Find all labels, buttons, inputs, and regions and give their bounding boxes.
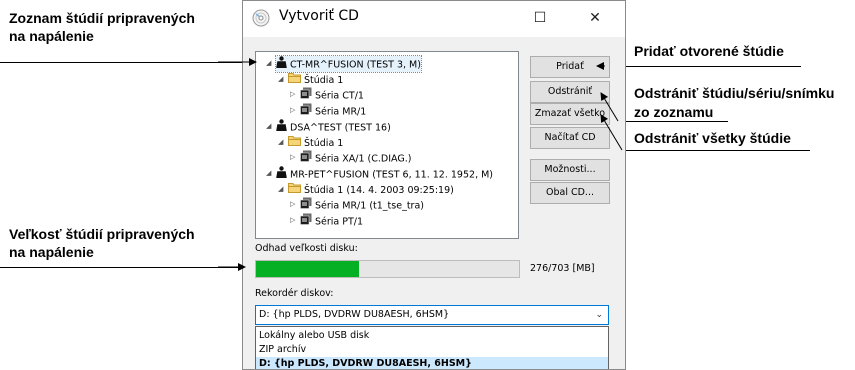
- chevron-down-icon[interactable]: ⌄: [595, 306, 603, 324]
- create-cd-dialog: Vytvoriť CD ☐ ✕ ◢ CT-MR^FUSION (TEST 3, M…: [242, 0, 626, 370]
- tree-node-label: Séria MR/1: [315, 106, 367, 118]
- recorder-dropdown-list: Lokálny alebo USB disk ZIP archív D: {hp P…: [255, 326, 609, 369]
- options-button[interactable]: Možnosti...: [530, 159, 610, 181]
- series-icon: [300, 213, 312, 231]
- expand-arrow-icon[interactable]: ◢: [266, 169, 271, 177]
- annotation-remove-line1: Odstrániť štúdiu/sériu/snímku: [634, 85, 835, 101]
- tree-node-label: Séria PT/1: [315, 216, 364, 228]
- tree-node[interactable]: MR-PET^FUSION (TEST 6, 11. 12. 1952, M): [276, 166, 493, 182]
- tree-node[interactable]: Séria MR/1: [300, 103, 366, 119]
- recorder-label: Rekordér diskov:: [255, 288, 334, 299]
- disk-size-progress: [255, 260, 520, 278]
- disk-size-progress-fill: [256, 261, 360, 277]
- collapse-arrow-icon[interactable]: ▷: [290, 106, 295, 114]
- expand-arrow-icon[interactable]: ◢: [266, 122, 271, 130]
- title-bar: Vytvoriť CD ☐ ✕: [243, 1, 625, 37]
- annotation-list-studies-line2: na napálenie: [9, 28, 94, 44]
- tree-node-label: Štúdia 1: [304, 137, 344, 149]
- dropdown-option[interactable]: D: {hp PLDS, DVDRW DU8AESH, 6HSM}: [256, 357, 608, 369]
- expand-arrow-icon[interactable]: ◢: [278, 185, 283, 193]
- tree-node-label: MR-PET^FUSION (TEST 6, 11. 12. 1952, M): [290, 169, 494, 181]
- annotation-underline: [0, 267, 244, 268]
- tree-node-label: Štúdia 1: [304, 74, 344, 86]
- load-cd-button[interactable]: Načítať CD: [530, 127, 610, 149]
- tree-node[interactable]: Séria PT/1: [300, 213, 363, 229]
- annotation-size-line1: Veľkosť štúdií pripravených: [9, 226, 195, 242]
- cd-icon: [252, 9, 270, 27]
- annotation-underline: [622, 150, 810, 151]
- collapse-arrow-icon[interactable]: ▷: [290, 90, 295, 98]
- remove-all-button[interactable]: Zmazať všetko: [530, 103, 610, 125]
- collapse-arrow-icon[interactable]: ▷: [290, 153, 295, 161]
- folder-icon: [288, 72, 301, 89]
- person-icon: [276, 119, 287, 137]
- tree-node[interactable]: Séria CT/1: [300, 87, 364, 103]
- annotation-underline: [605, 66, 801, 67]
- tree-node-label: CT-MR^FUSION (TEST 3, M): [290, 59, 421, 71]
- tree-node-label: DSA^TEST (TEST 16): [290, 122, 391, 134]
- remove-button[interactable]: Odstrániť: [530, 81, 610, 103]
- recorder-select[interactable]: D: {hp PLDS, DVDRW DU8AESH, 6HSM} ⌄: [255, 305, 609, 325]
- add-button[interactable]: Pridať: [530, 56, 610, 78]
- tree-node[interactable]: Štúdia 1: [288, 135, 343, 151]
- annotation-remove-line2: zo zoznamu: [634, 104, 714, 120]
- tree-node[interactable]: Štúdia 1: [288, 72, 343, 88]
- annotation-underline: [618, 121, 728, 122]
- dropdown-option[interactable]: ZIP archív: [259, 343, 306, 357]
- folder-icon: [288, 182, 301, 199]
- window-title: Vytvoriť CD: [279, 8, 359, 24]
- tree-node[interactable]: Štúdia 1 (14. 4. 2003 09:25:19): [288, 182, 454, 198]
- annotation-underline: [0, 62, 246, 63]
- tree-node[interactable]: Séria MR/1 (t1_tse_tra): [300, 197, 424, 213]
- disk-size-label: Odhad veľkosti disku:: [255, 243, 358, 254]
- cd-cover-button[interactable]: Obal CD...: [530, 182, 610, 204]
- tree-node[interactable]: DSA^TEST (TEST 16): [276, 119, 391, 135]
- collapse-arrow-icon[interactable]: ▷: [290, 200, 295, 208]
- tree-node-label: Séria XA/1 (C.DIAG.): [315, 153, 412, 165]
- study-tree[interactable]: ◢ CT-MR^FUSION (TEST 3, M) ◢ Štúdia 1 ▷ Séria…: [255, 51, 519, 239]
- folder-icon: [288, 135, 301, 152]
- dropdown-option[interactable]: Lokálny alebo USB disk: [259, 329, 369, 343]
- recorder-selected-value: D: {hp PLDS, DVDRW DU8AESH, 6HSM}: [259, 309, 450, 320]
- expand-arrow-icon[interactable]: ◢: [278, 75, 283, 83]
- disk-size-value: 276/703 [MB]: [530, 263, 595, 274]
- maximize-button[interactable]: ☐: [523, 5, 557, 31]
- tree-node[interactable]: Séria XA/1 (C.DIAG.): [300, 150, 411, 166]
- annotation-list-studies-line1: Zoznam štúdií pripravených: [9, 10, 195, 26]
- expand-arrow-icon[interactable]: ◢: [266, 59, 271, 67]
- close-button[interactable]: ✕: [578, 5, 612, 31]
- person-icon: [276, 56, 287, 74]
- annotation-remove-all: Odstrániť všetky štúdie: [634, 130, 791, 146]
- person-icon: [276, 166, 287, 184]
- annotation-add-open: Pridať otvorené štúdie: [634, 43, 784, 59]
- expand-arrow-icon[interactable]: ◢: [278, 138, 283, 146]
- collapse-arrow-icon[interactable]: ▷: [290, 216, 295, 224]
- tree-node[interactable]: CT-MR^FUSION (TEST 3, M): [275, 55, 422, 74]
- tree-node-label: Séria CT/1: [315, 90, 364, 102]
- tree-node-label: Štúdia 1 (14. 4. 2003 09:25:19): [304, 184, 454, 196]
- tree-node-label: Séria MR/1 (t1_tse_tra): [315, 200, 424, 212]
- annotation-size-line2: na napálenie: [9, 244, 94, 260]
